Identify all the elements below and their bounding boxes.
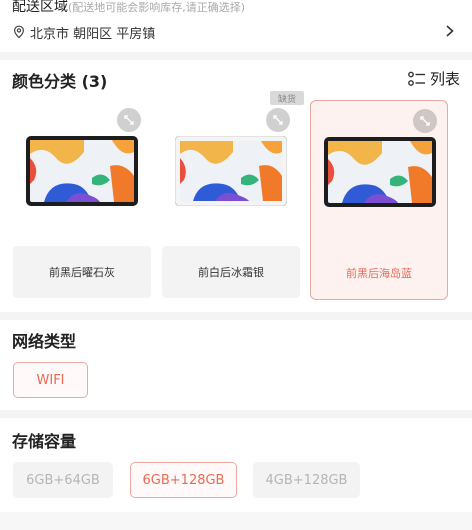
list-view-label: 列表	[429, 70, 460, 88]
storage-section-title: 存储容量	[12, 432, 77, 451]
color-option-gray[interactable]: 前黑后曜石灰	[13, 100, 151, 300]
expand-image-button[interactable]	[413, 109, 437, 133]
storage-option-6-128[interactable]: 6GB+128GB	[130, 462, 237, 498]
color-option-label: 前黑后曜石灰	[13, 246, 151, 298]
region-hint: (配送地可能会影响库存,请正确选择)	[68, 1, 246, 14]
tablet-image	[324, 137, 436, 207]
region-title: 配送区域(配送地可能会影响库存,请正确选择)	[12, 0, 245, 16]
expand-icon	[124, 115, 134, 125]
section-divider	[0, 52, 472, 60]
list-view-toggle[interactable]: 列表	[408, 68, 460, 89]
tablet-image	[26, 136, 138, 206]
expand-icon	[273, 115, 283, 125]
color-option-label: 前白后冰霜银	[162, 246, 300, 298]
list-icon	[408, 71, 425, 86]
section-divider	[0, 410, 472, 418]
region-address: 北京市 朝阳区 平房镇	[30, 26, 156, 42]
color-option-silver[interactable]: 前白后冰霜银	[162, 100, 300, 300]
delivery-region[interactable]: 配送区域(配送地可能会影响库存,请正确选择) 北京市 朝阳区 平房镇	[12, 0, 460, 54]
tablet-image	[175, 136, 287, 206]
color-option-label: 前黑后海岛蓝	[346, 267, 412, 280]
chevron-right-icon[interactable]	[444, 24, 456, 38]
location-pin-icon	[13, 25, 25, 39]
color-section-title: 颜色分类 (3)	[12, 72, 108, 91]
expand-icon	[420, 116, 430, 126]
region-address-row[interactable]: 北京市 朝阳区 平房镇	[12, 22, 155, 42]
storage-option-4-128[interactable]: 4GB+128GB	[253, 462, 360, 498]
section-divider	[0, 512, 472, 530]
network-option-wifi[interactable]: WIFI	[13, 362, 88, 398]
storage-option-6-64[interactable]: 6GB+64GB	[13, 462, 113, 498]
expand-image-button[interactable]	[117, 108, 141, 132]
section-divider	[0, 312, 472, 320]
network-section-title: 网络类型	[12, 332, 77, 351]
expand-image-button[interactable]	[266, 108, 290, 132]
color-option-blue[interactable]: 前黑后海岛蓝	[310, 100, 448, 300]
region-title-text: 配送区域	[12, 0, 68, 15]
